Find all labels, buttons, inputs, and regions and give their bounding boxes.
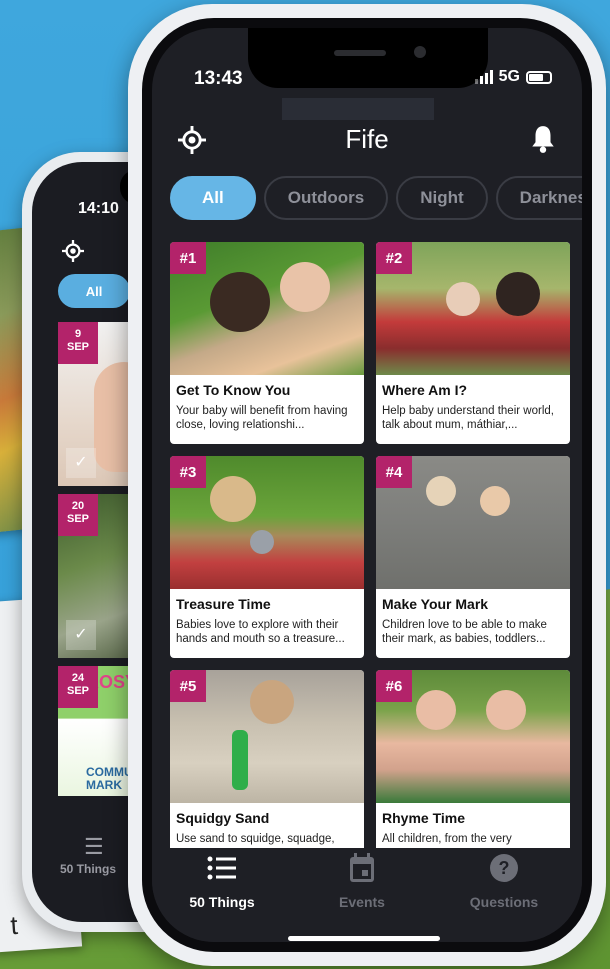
tab-label: 50 Things — [189, 894, 255, 910]
page-title: Fife — [345, 124, 389, 154]
battery-icon — [526, 70, 552, 84]
date-badge: 24 SEP — [58, 666, 98, 708]
phone-bezel: 13:43 5G Fife All Outdoors Night Darknes… — [142, 18, 592, 952]
back-nav-label[interactable]: 50 Things — [60, 862, 116, 876]
question-icon: ? — [434, 848, 574, 888]
location-icon[interactable] — [62, 240, 84, 262]
card-description: All children, from the very — [382, 833, 512, 845]
things-grid: #1 Get To Know You Your baby will benefi… — [170, 242, 570, 848]
filter-chip-darkness[interactable]: Darknes — [495, 176, 582, 220]
calendar-icon — [292, 848, 432, 888]
card-title: Make Your Mark — [382, 596, 489, 612]
filter-bar: All Outdoors Night Darknes — [170, 176, 582, 222]
card-number: #3 — [170, 456, 206, 488]
main-screen: 13:43 5G Fife All Outdoors Night Darknes… — [152, 28, 582, 942]
filter-chip-night[interactable]: Night — [396, 176, 488, 220]
card-title: Where Am I? — [382, 382, 468, 398]
main-phone: 13:43 5G Fife All Outdoors Night Darknes… — [128, 4, 606, 966]
background-text: t — [9, 909, 19, 941]
list-icon[interactable]: ☰ — [84, 834, 104, 860]
thing-card[interactable]: #6 Rhyme Time All children, from the ver… — [376, 670, 570, 848]
thing-card[interactable]: #3 Treasure Time Babies love to explore … — [170, 456, 364, 658]
network-label: 5G — [498, 68, 520, 85]
date-day: 24 — [71, 672, 85, 684]
date-day: 9 — [74, 328, 82, 340]
date-month: SEP — [66, 341, 89, 353]
card-number: #2 — [376, 242, 412, 274]
date-month: SEP — [66, 685, 89, 697]
thing-card[interactable]: #5 Squidgy Sand Use sand to squidge, squ… — [170, 670, 364, 848]
status-indicators: 5G — [474, 68, 552, 86]
card-description: Babies love to explore with their hands … — [176, 619, 345, 645]
card-description: Use sand to squidge, squadge, — [176, 833, 335, 845]
thing-card[interactable]: #1 Get To Know You Your baby will benefi… — [170, 242, 364, 444]
tab-bar: 50 Things Events ? Questions — [152, 848, 582, 942]
back-filter-all[interactable]: All — [58, 274, 130, 308]
filter-chip-outdoors[interactable]: Outdoors — [263, 176, 389, 220]
check-icon[interactable]: ✓ — [66, 620, 96, 650]
tab-50-things[interactable]: 50 Things — [152, 848, 292, 910]
card-number: #6 — [376, 670, 412, 702]
card-description: Help baby understand their world, talk a… — [382, 405, 554, 431]
tab-label: Questions — [469, 894, 539, 910]
tab-questions[interactable]: ? Questions — [434, 848, 574, 910]
bell-icon[interactable] — [530, 124, 556, 154]
home-indicator[interactable] — [288, 936, 440, 941]
phone-notch — [248, 28, 488, 88]
card-description: Your baby will benefit from having close… — [176, 405, 348, 431]
check-icon[interactable]: ✓ — [66, 448, 96, 478]
date-badge: 9 SEP — [58, 322, 98, 364]
speaker — [334, 50, 386, 56]
app-header: Fife — [152, 120, 582, 160]
date-badge: 20 SEP — [58, 494, 98, 536]
tab-events[interactable]: Events — [292, 848, 432, 910]
date-month: SEP — [66, 513, 89, 525]
signal-icon — [474, 70, 493, 84]
thing-card[interactable]: #2 Where Am I? Help baby understand thei… — [376, 242, 570, 444]
card-title: Treasure Time — [176, 596, 271, 612]
status-blur — [282, 98, 434, 120]
list-icon — [152, 848, 292, 888]
filter-chip-all[interactable]: All — [170, 176, 256, 220]
card-description: Children love to be able to make their m… — [382, 619, 547, 645]
card-number: #5 — [170, 670, 206, 702]
tab-label: Events — [339, 894, 385, 910]
camera — [414, 46, 426, 58]
status-time: 13:43 — [194, 68, 243, 89]
card-title: Squidgy Sand — [176, 810, 270, 826]
card-number: #1 — [170, 242, 206, 274]
card-number: #4 — [376, 456, 412, 488]
date-day: 20 — [71, 500, 85, 512]
svg-text:?: ? — [499, 858, 510, 878]
card-title: Rhyme Time — [382, 810, 465, 826]
thing-card[interactable]: #4 Make Your Mark Children love to be ab… — [376, 456, 570, 658]
card-title: Get To Know You — [176, 382, 291, 398]
back-phone-time: 14:10 — [78, 200, 119, 217]
